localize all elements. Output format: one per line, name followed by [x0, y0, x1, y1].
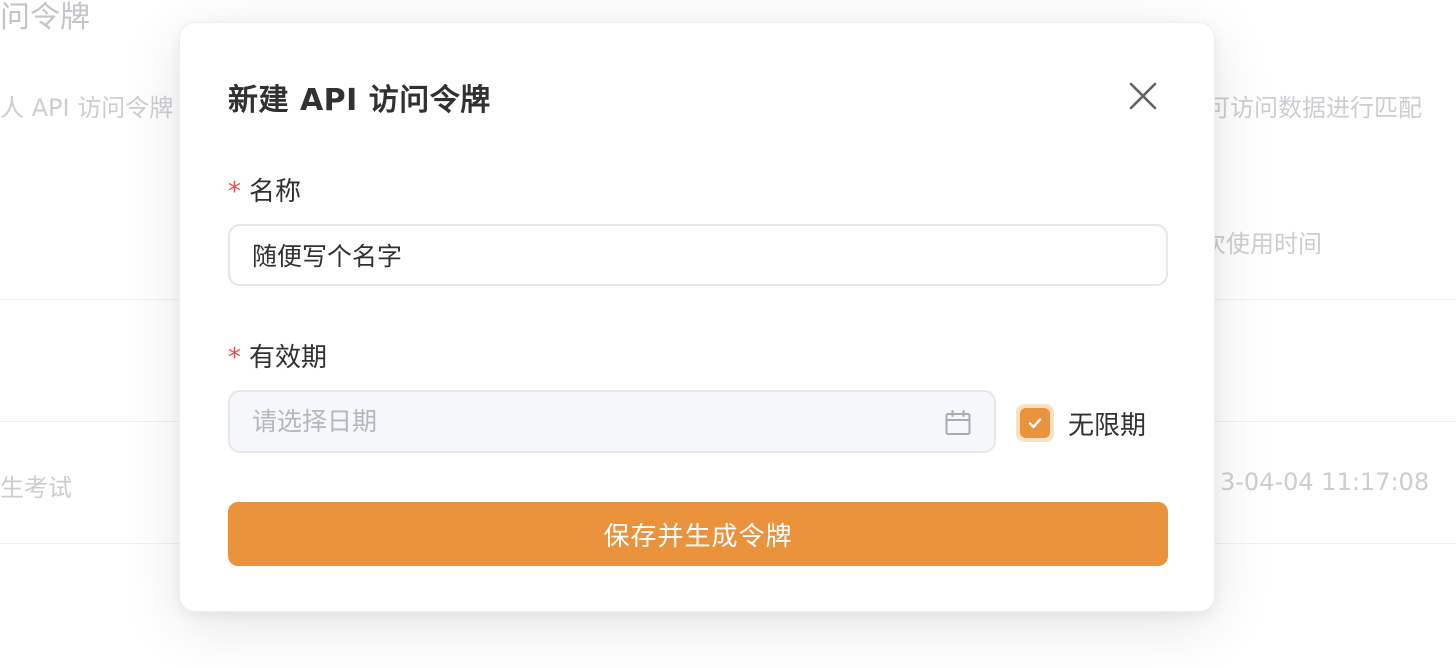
expiry-field-label: * 有效期 [228, 337, 327, 374]
background-row-time: 3-04-04 11:17:08 [1220, 468, 1430, 496]
background-description-left: 人 API 访问令牌 [0, 94, 174, 122]
date-picker[interactable] [228, 390, 996, 453]
close-icon [1129, 82, 1157, 110]
name-input[interactable] [228, 224, 1168, 286]
background-row-name: 生考试 [0, 474, 72, 502]
date-input[interactable] [230, 392, 954, 451]
background-page-title: 问令牌 [0, 0, 90, 35]
check-icon [1020, 408, 1050, 438]
name-label-text: 名称 [249, 177, 302, 207]
unlimited-checkbox[interactable]: 无限期 [1016, 403, 1146, 443]
background-description-right: 可访问数据进行匹配 [1206, 94, 1422, 122]
close-button[interactable] [1126, 79, 1160, 113]
save-and-generate-button[interactable]: 保存并生成令牌 [228, 502, 1168, 566]
checkbox-box[interactable] [1016, 404, 1054, 442]
new-token-dialog: 新建 API 访问令牌 * 名称 * 有效期 无限期 保存并生成令牌 [179, 22, 1215, 612]
required-mark: * [228, 177, 241, 207]
expiry-label-text: 有效期 [249, 343, 328, 373]
name-field-label: * 名称 [228, 171, 301, 208]
required-mark: * [228, 343, 241, 373]
unlimited-label: 无限期 [1068, 410, 1147, 441]
calendar-icon [945, 410, 971, 435]
background-column-header: 次使用时间 [1202, 230, 1322, 258]
dialog-title: 新建 API 访问令牌 [228, 83, 491, 118]
